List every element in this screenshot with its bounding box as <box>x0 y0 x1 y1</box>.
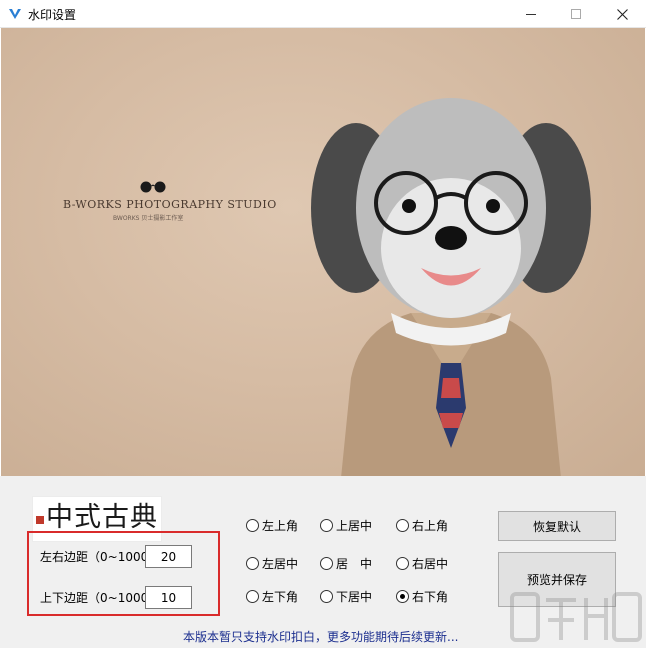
reset-defaults-button[interactable]: 恢复默认 <box>498 511 616 541</box>
seal-icon <box>36 516 44 524</box>
radio-top-center[interactable]: 上居中 <box>320 517 372 534</box>
radio-top-left[interactable]: 左上角 <box>246 517 298 534</box>
radio-label: 右上角 <box>412 519 449 533</box>
radio-button <box>246 590 259 603</box>
app-icon <box>7 6 23 22</box>
radio-button <box>396 519 409 532</box>
vertical-margin-label: 上下边距（0~1000） <box>40 591 161 605</box>
photo-preview: B-WORKS PHOTOGRAPHY STUDIO BWORKS 贝士摄影工作… <box>1 28 645 476</box>
studio-name: B-WORKS PHOTOGRAPHY STUDIO <box>63 198 277 211</box>
radio-bottom-center[interactable]: 下居中 <box>320 588 372 605</box>
maximize-button[interactable] <box>553 0 599 28</box>
radio-label: 上居中 <box>336 519 373 533</box>
radio-button <box>320 519 333 532</box>
radio-button <box>320 590 333 603</box>
studio-subtitle: BWORKS 贝士摄影工作室 <box>113 215 184 222</box>
radio-label: 下居中 <box>336 590 373 604</box>
horizontal-margin-label: 左右边距（0~1000） <box>40 550 161 564</box>
close-button[interactable] <box>599 0 645 28</box>
vertical-margin-row: 上下边距（0~1000） <box>40 586 192 609</box>
radio-button <box>396 557 409 570</box>
radio-label: 左上角 <box>262 519 299 533</box>
radio-label: 右居中 <box>412 557 449 571</box>
radio-center[interactable]: 居 中 <box>320 555 372 572</box>
radio-button <box>320 557 333 570</box>
dog-photo <box>311 98 591 476</box>
minimize-icon <box>526 13 536 15</box>
horizontal-margin-row: 左右边距（0~1000） <box>40 545 192 568</box>
footer-note: 本版本暂只支持水印扣白，更多功能期待后续更新... <box>183 630 459 644</box>
radio-label: 左下角 <box>262 590 299 604</box>
maximize-icon <box>571 9 581 19</box>
studio-glasses-logo <box>140 181 166 193</box>
title-bar: 水印设置 <box>0 0 646 28</box>
minimize-button[interactable] <box>508 0 554 28</box>
radio-top-right[interactable]: 右上角 <box>396 517 448 534</box>
radio-bottom-right[interactable]: 右下角 <box>396 588 448 605</box>
radio-label: 居 中 <box>336 557 373 571</box>
radio-bottom-left[interactable]: 左下角 <box>246 588 298 605</box>
radio-button <box>246 519 259 532</box>
radio-label: 右下角 <box>412 590 449 604</box>
site-watermark-logo <box>510 592 642 642</box>
vertical-margin-input[interactable] <box>145 586 192 609</box>
window-title: 水印设置 <box>28 8 77 22</box>
close-icon <box>616 8 628 20</box>
horizontal-margin-input[interactable] <box>145 545 192 568</box>
radio-button <box>396 590 409 603</box>
radio-button <box>246 557 259 570</box>
radio-middle-right[interactable]: 右居中 <box>396 555 448 572</box>
radio-middle-left[interactable]: 左居中 <box>246 555 298 572</box>
radio-label: 左居中 <box>262 557 299 571</box>
watermark-text: 中式古典 <box>46 502 158 533</box>
